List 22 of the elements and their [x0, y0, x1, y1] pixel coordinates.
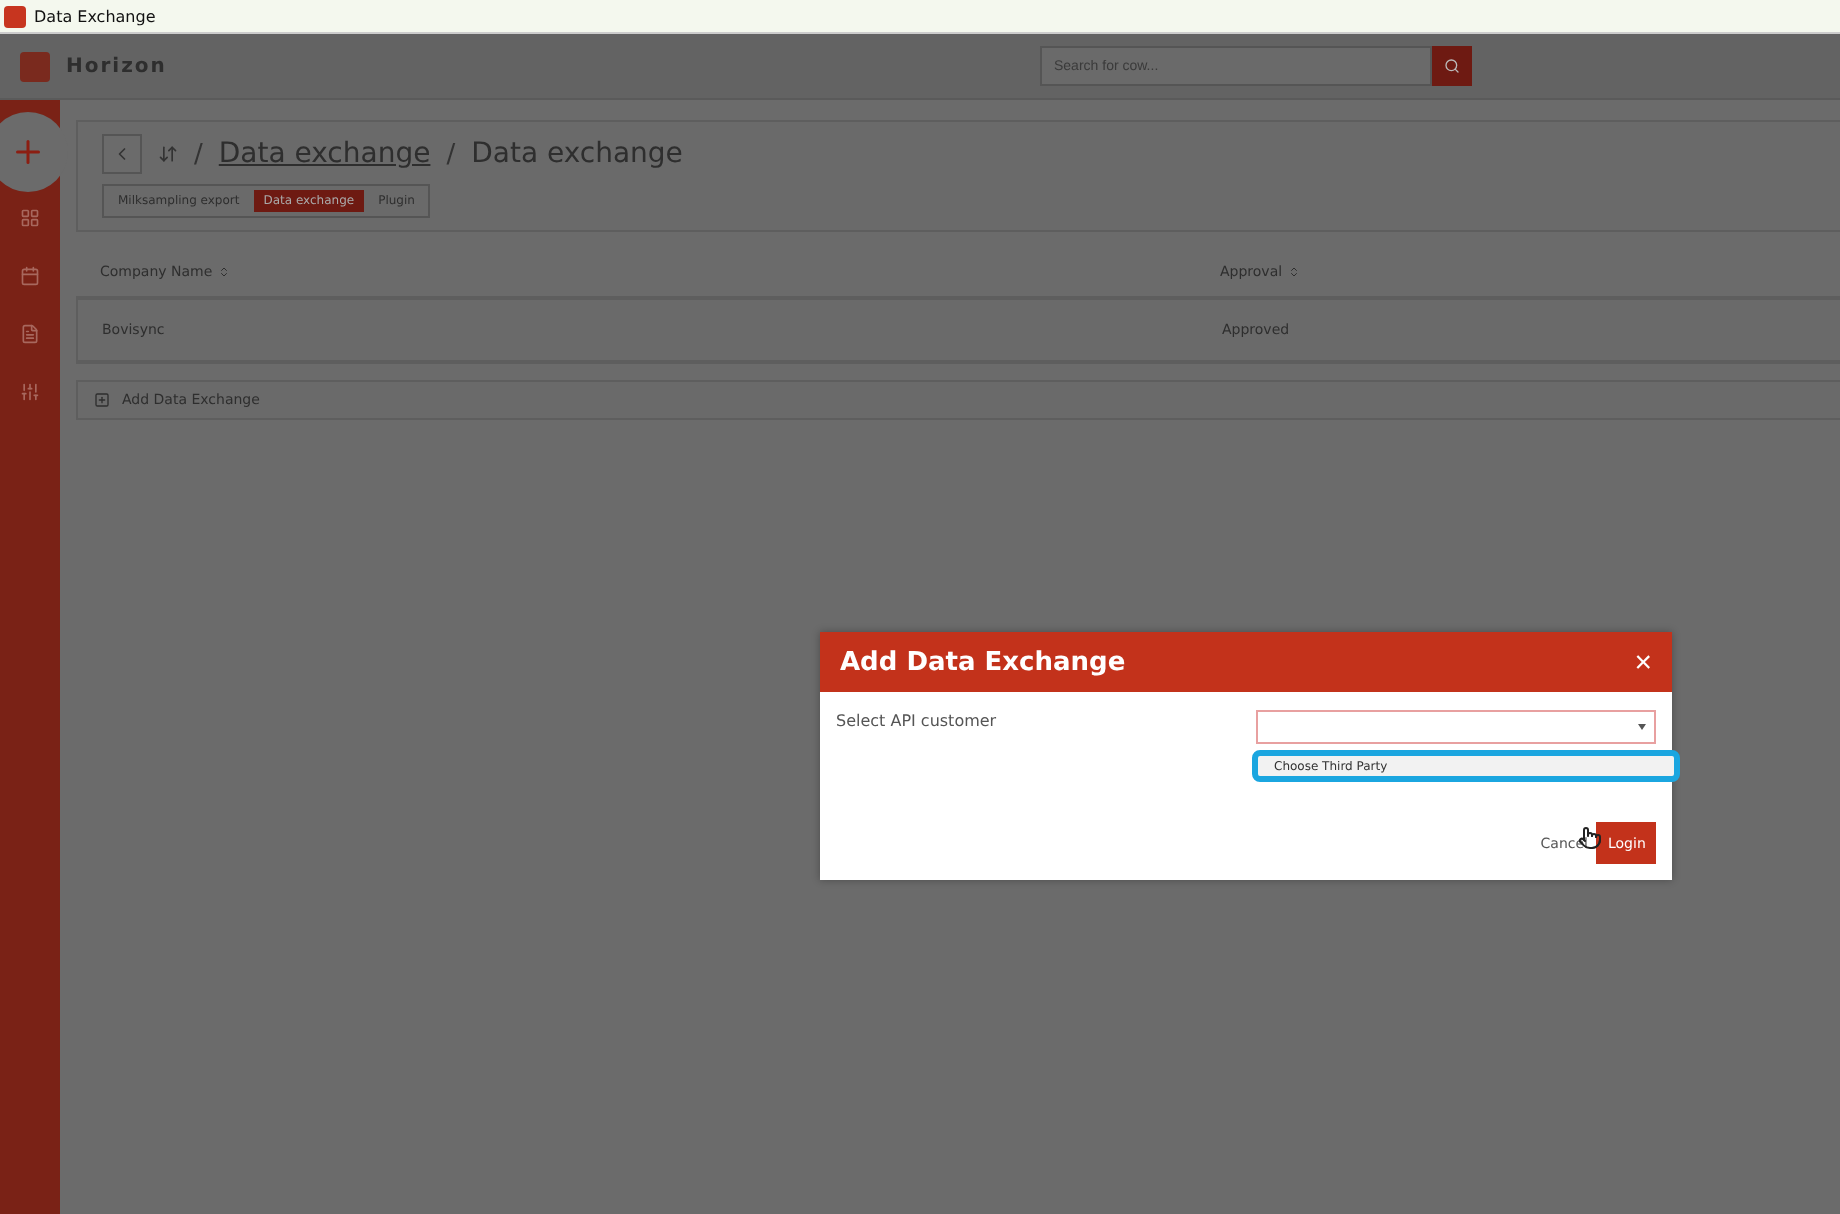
back-button[interactable] — [102, 134, 142, 174]
plus-square-icon — [94, 392, 110, 408]
app-icon — [4, 5, 26, 27]
plus-icon — [10, 134, 46, 170]
separator: / — [446, 139, 456, 169]
grid-icon[interactable] — [20, 208, 40, 228]
calendar-icon[interactable] — [20, 266, 40, 286]
document-icon[interactable] — [20, 324, 40, 344]
exchange-icon — [158, 144, 178, 164]
window-title: Data Exchange — [34, 7, 156, 25]
breadcrumb-current: Data exchange — [471, 138, 683, 170]
dialog-title: Add Data Exchange — [840, 647, 1126, 677]
caret-icon — [1638, 724, 1646, 730]
separator: / — [194, 139, 203, 169]
search-icon — [1444, 58, 1460, 74]
sliders-icon[interactable] — [20, 382, 40, 402]
breadcrumb-link[interactable]: Data exchange — [218, 138, 431, 170]
field-label: Select API customer — [836, 712, 999, 734]
select-field[interactable] — [1256, 710, 1656, 744]
logo-icon — [20, 51, 50, 81]
close-button[interactable]: × — [1634, 645, 1652, 679]
search-button[interactable] — [1432, 46, 1472, 86]
